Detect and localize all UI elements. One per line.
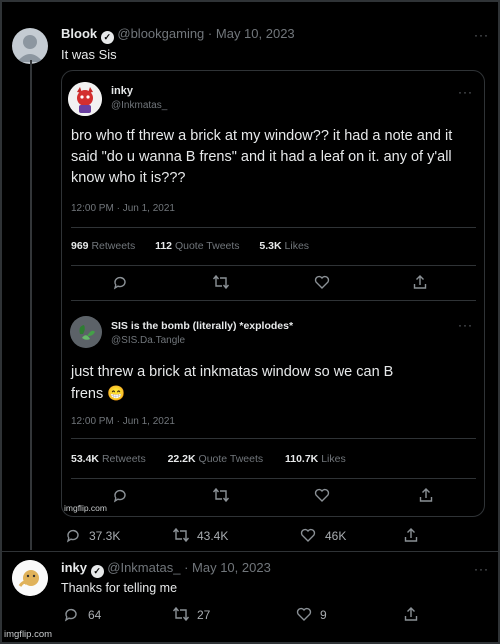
quote2-more-icon[interactable]: ··· [458,318,473,332]
tweet2-date[interactable]: May 10, 2023 [192,560,271,575]
tweet2-retweet-count: 27 [197,608,211,622]
divider [71,227,476,228]
share-icon[interactable] [403,527,419,543]
tweet1-retweet-count: 43.4K [197,529,229,543]
tweet1-name[interactable]: Blook [61,26,97,41]
avatar-inky-reply[interactable] [12,560,48,596]
tweet2-text: Thanks for telling me [61,581,178,595]
share-icon[interactable] [403,606,419,622]
quote2-handle[interactable]: @SIS.Da.Tangle [111,335,185,346]
reply-icon[interactable] [63,606,79,622]
tweet1-handle[interactable]: @blookgaming [117,26,204,41]
quote2-quotes-label[interactable]: Quote Tweets [199,453,264,465]
quote2-retweets-label[interactable]: Retweets [102,453,146,465]
quote1-likes-count[interactable]: 5.3K [259,240,281,252]
tweet1-like-count: 46K [325,529,347,543]
retweet-icon[interactable] [172,527,190,543]
reply-icon[interactable] [112,274,128,290]
quote1-retweets-count[interactable]: 969 [71,240,89,252]
tweet2-reply-count: 64 [88,608,102,622]
like-icon[interactable] [314,274,330,290]
quote1-timestamp[interactable]: 12:00 PM · Jun 1, 2021 [71,203,175,214]
quote1-quotes-count[interactable]: 112 [155,240,172,252]
retweet-icon[interactable] [212,274,230,290]
share-icon[interactable] [412,274,428,290]
quote2-timestamp[interactable]: 12:00 PM · Jun 1, 2021 [71,416,175,427]
verified-icon: ✓ [90,565,104,578]
quote2-text: just threw a brick at inkmatas window so… [71,364,394,402]
quote1-name[interactable]: inky [111,85,133,97]
like-icon[interactable] [296,606,312,622]
tweet2-name[interactable]: inky [61,560,87,575]
quote1-likes-label[interactable]: Likes [285,240,310,252]
tweet1-date[interactable]: May 10, 2023 [216,26,295,41]
tweet2-like-count: 9 [320,608,327,622]
tweet2-handle[interactable]: @Inkmatas_ [107,560,180,575]
share-icon[interactable] [418,487,434,503]
tweet1-reply-count: 37.3K [89,529,121,543]
tweet-separator [2,551,498,552]
quote2-likes-label[interactable]: Likes [321,453,346,465]
retweet-icon[interactable] [212,487,230,503]
reply-icon[interactable] [112,487,128,503]
verified-icon: ✓ [100,31,114,44]
quote2-quotes-count[interactable]: 22.2K [168,453,196,465]
tweet1-header: Blook ✓ @blookgaming · May 10, 2023 [61,26,295,44]
divider [71,265,476,266]
divider [71,300,476,301]
tweet2-header: inky ✓ @Inkmatas_ · May 10, 2023 [61,560,271,578]
divider [71,478,476,479]
tweet1-sep: · [207,26,213,41]
tweet2-sep: · [184,560,189,575]
avatar-blook[interactable] [12,28,48,64]
like-icon[interactable] [314,487,330,503]
footer-watermark: imgflip.com [4,629,53,640]
thread-line [30,60,32,550]
tweet2-more-icon[interactable]: ··· [474,562,489,576]
reply-icon[interactable] [65,527,81,543]
tweet1-more-icon[interactable]: ··· [474,28,489,42]
quote1-text: bro who tf threw a brick at my window?? … [71,128,453,186]
quote2-name[interactable]: SIS is the bomb (literally) *explodes* [111,320,293,332]
avatar-inky[interactable] [68,82,102,116]
like-icon[interactable] [300,527,316,543]
avatar-sis[interactable] [70,316,102,348]
quote2-retweets-count[interactable]: 53.4K [71,453,99,465]
quote1-handle[interactable]: @Inkmatas_ [111,100,167,111]
quote1-retweets-label[interactable]: Retweets [91,240,135,252]
quote2-stats: 53.4K Retweets 22.2K Quote Tweets 110.7K… [71,453,346,465]
quote2-likes-count[interactable]: 110.7K [285,453,318,465]
quote1-quotes-label[interactable]: Quote Tweets [175,240,240,252]
quote1-more-icon[interactable]: ··· [458,85,473,99]
quote-watermark: imgflip.com [64,503,107,513]
tweet1-text: It was Sis [61,47,117,62]
quote1-stats: 969 Retweets 112 Quote Tweets 5.3K Likes [71,240,309,252]
divider [71,438,476,439]
retweet-icon[interactable] [172,606,190,622]
